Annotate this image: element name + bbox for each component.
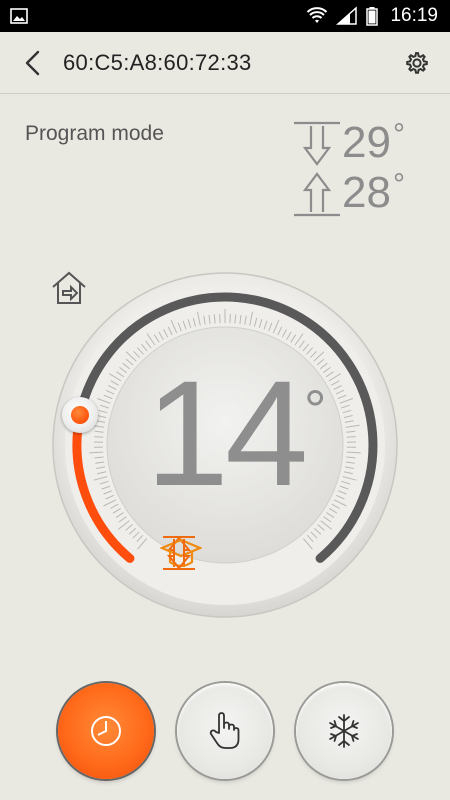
heat-setpoint-value: 28° — [342, 168, 405, 217]
cool-down-arrow-icon — [294, 121, 340, 166]
program-mode-label: Program mode — [25, 122, 164, 145]
manual-button[interactable] — [177, 683, 273, 779]
app-bar: 60:C5:A8:60:72:33 — [0, 32, 450, 94]
back-arrow-icon — [25, 50, 40, 76]
clock-icon — [91, 716, 121, 746]
cool-setpoint[interactable]: 29° — [292, 118, 422, 168]
dial-knob[interactable] — [62, 397, 99, 434]
wifi-icon — [307, 7, 328, 23]
status-time: 16:19 — [390, 5, 438, 26]
schedule-button[interactable] — [58, 683, 154, 779]
cooling-button[interactable] — [296, 683, 392, 779]
temperature-dial[interactable]: 14 ° — [50, 270, 400, 620]
settings-button[interactable] — [400, 46, 434, 80]
battery-icon — [366, 7, 379, 26]
current-temperature: 14 — [145, 349, 309, 517]
temperature-unit: ° — [304, 378, 327, 441]
back-button[interactable] — [16, 46, 50, 80]
device-title: 60:C5:A8:60:72:33 — [63, 50, 252, 75]
heat-up-arrow-icon — [294, 172, 340, 217]
setpoints-panel: 29° 28° — [292, 118, 422, 218]
cool-arrow-icon — [163, 536, 195, 570]
hand-pointer-icon — [209, 712, 240, 749]
mode-indicators — [160, 534, 290, 574]
snowflake-icon — [329, 714, 359, 748]
gear-icon — [406, 52, 428, 74]
status-icons: 16:19 — [306, 0, 438, 32]
heat-setpoint[interactable]: 28° — [292, 168, 422, 218]
cool-setpoint-value: 29° — [342, 118, 405, 167]
bottom-button-bar — [0, 680, 450, 780]
home-away-icon — [52, 271, 86, 304]
status-bar: 16:19 — [0, 0, 450, 32]
signal-icon — [336, 6, 358, 25]
image-icon — [10, 8, 28, 24]
